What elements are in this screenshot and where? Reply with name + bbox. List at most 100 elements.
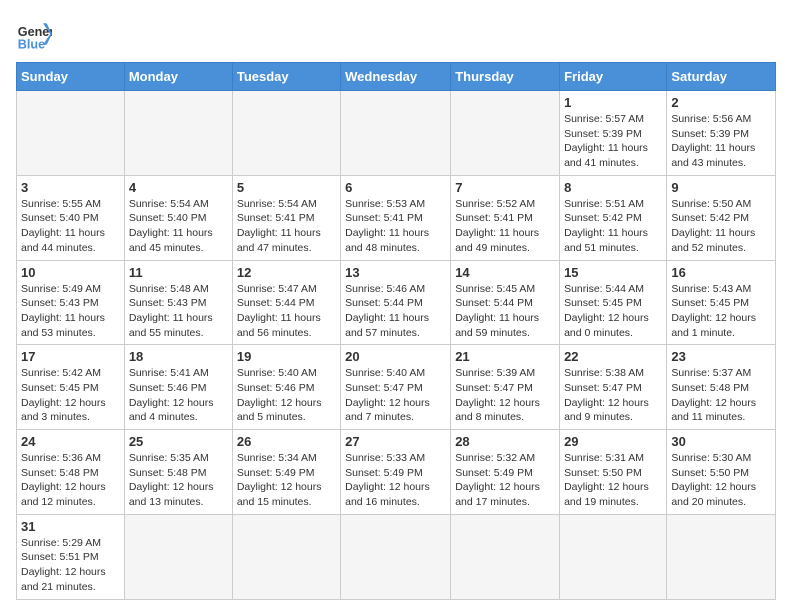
calendar-day-cell: 19 Sunrise: 5:40 AMSunset: 5:46 PMDayligh…: [232, 345, 340, 430]
day-info: Sunrise: 5:40 AMSunset: 5:46 PMDaylight:…: [237, 366, 336, 425]
calendar-day-cell: [341, 91, 451, 176]
day-info: Sunrise: 5:36 AMSunset: 5:48 PMDaylight:…: [21, 451, 120, 510]
day-info: Sunrise: 5:29 AMSunset: 5:51 PMDaylight:…: [21, 536, 120, 595]
day-info: Sunrise: 5:51 AMSunset: 5:42 PMDaylight:…: [564, 197, 662, 256]
calendar-day-cell: 26 Sunrise: 5:34 AMSunset: 5:49 PMDayligh…: [232, 430, 340, 515]
day-info: Sunrise: 5:34 AMSunset: 5:49 PMDaylight:…: [237, 451, 336, 510]
calendar-day-cell: 22 Sunrise: 5:38 AMSunset: 5:47 PMDayligh…: [560, 345, 667, 430]
calendar-day-cell: 13 Sunrise: 5:46 AMSunset: 5:44 PMDayligh…: [341, 260, 451, 345]
day-of-week-header: Wednesday: [341, 63, 451, 91]
calendar-table: SundayMondayTuesdayWednesdayThursdayFrid…: [16, 62, 776, 600]
day-info: Sunrise: 5:54 AMSunset: 5:41 PMDaylight:…: [237, 197, 336, 256]
day-info: Sunrise: 5:44 AMSunset: 5:45 PMDaylight:…: [564, 282, 662, 341]
day-number: 23: [671, 349, 771, 364]
calendar-day-cell: 16Sunrise: 5:43 AMSunset: 5:45 PMDayligh…: [667, 260, 776, 345]
day-info: Sunrise: 5:55 AMSunset: 5:40 PMDaylight:…: [21, 197, 120, 256]
calendar-day-cell: 24 Sunrise: 5:36 AMSunset: 5:48 PMDayligh…: [17, 430, 125, 515]
day-number: 24: [21, 434, 120, 449]
svg-text:Blue: Blue: [18, 37, 45, 51]
calendar-day-cell: 11 Sunrise: 5:48 AMSunset: 5:43 PMDayligh…: [124, 260, 232, 345]
calendar-week-row: 3Sunrise: 5:55 AMSunset: 5:40 PMDaylight…: [17, 175, 776, 260]
day-number: 29: [564, 434, 662, 449]
calendar-day-cell: [232, 514, 340, 599]
day-of-week-header: Saturday: [667, 63, 776, 91]
day-of-week-header: Thursday: [451, 63, 560, 91]
day-number: 11: [129, 265, 228, 280]
calendar-week-row: 31 Sunrise: 5:29 AMSunset: 5:51 PMDayligh…: [17, 514, 776, 599]
day-number: 5: [237, 180, 336, 195]
calendar-day-cell: [17, 91, 125, 176]
day-of-week-header: Sunday: [17, 63, 125, 91]
calendar-day-cell: 9 Sunrise: 5:50 AMSunset: 5:42 PMDaylight…: [667, 175, 776, 260]
day-info: Sunrise: 5:56 AMSunset: 5:39 PMDaylight:…: [671, 112, 771, 171]
calendar-day-cell: [232, 91, 340, 176]
calendar-day-cell: 17 Sunrise: 5:42 AMSunset: 5:45 PMDayligh…: [17, 345, 125, 430]
calendar-day-cell: 2 Sunrise: 5:56 AMSunset: 5:39 PMDaylight…: [667, 91, 776, 176]
calendar-day-cell: 8 Sunrise: 5:51 AMSunset: 5:42 PMDaylight…: [560, 175, 667, 260]
calendar-day-cell: 30Sunrise: 5:30 AMSunset: 5:50 PMDayligh…: [667, 430, 776, 515]
day-number: 22: [564, 349, 662, 364]
day-number: 10: [21, 265, 120, 280]
calendar-day-cell: 12 Sunrise: 5:47 AMSunset: 5:44 PMDayligh…: [232, 260, 340, 345]
calendar-day-cell: 7 Sunrise: 5:52 AMSunset: 5:41 PMDaylight…: [451, 175, 560, 260]
calendar-header-row: SundayMondayTuesdayWednesdayThursdayFrid…: [17, 63, 776, 91]
calendar-day-cell: 23 Sunrise: 5:37 AMSunset: 5:48 PMDayligh…: [667, 345, 776, 430]
day-number: 30: [671, 434, 771, 449]
calendar-day-cell: 21Sunrise: 5:39 AMSunset: 5:47 PMDayligh…: [451, 345, 560, 430]
day-info: Sunrise: 5:45 AMSunset: 5:44 PMDaylight:…: [455, 282, 555, 341]
calendar-week-row: 1Sunrise: 5:57 AMSunset: 5:39 PMDaylight…: [17, 91, 776, 176]
day-number: 2: [671, 95, 771, 110]
calendar-day-cell: 20 Sunrise: 5:40 AMSunset: 5:47 PMDayligh…: [341, 345, 451, 430]
calendar-week-row: 10 Sunrise: 5:49 AMSunset: 5:43 PMDayligh…: [17, 260, 776, 345]
header: General Blue: [16, 16, 776, 52]
calendar-day-cell: 6 Sunrise: 5:53 AMSunset: 5:41 PMDaylight…: [341, 175, 451, 260]
logo: General Blue: [16, 16, 52, 52]
day-number: 26: [237, 434, 336, 449]
day-info: Sunrise: 5:57 AMSunset: 5:39 PMDaylight:…: [564, 112, 662, 171]
day-info: Sunrise: 5:52 AMSunset: 5:41 PMDaylight:…: [455, 197, 555, 256]
calendar-day-cell: [451, 514, 560, 599]
day-number: 9: [671, 180, 771, 195]
calendar-day-cell: 10 Sunrise: 5:49 AMSunset: 5:43 PMDayligh…: [17, 260, 125, 345]
day-info: Sunrise: 5:40 AMSunset: 5:47 PMDaylight:…: [345, 366, 446, 425]
day-number: 18: [129, 349, 228, 364]
calendar-day-cell: [124, 91, 232, 176]
day-number: 17: [21, 349, 120, 364]
day-info: Sunrise: 5:33 AMSunset: 5:49 PMDaylight:…: [345, 451, 446, 510]
day-number: 19: [237, 349, 336, 364]
day-info: Sunrise: 5:48 AMSunset: 5:43 PMDaylight:…: [129, 282, 228, 341]
day-info: Sunrise: 5:46 AMSunset: 5:44 PMDaylight:…: [345, 282, 446, 341]
day-number: 6: [345, 180, 446, 195]
day-of-week-header: Friday: [560, 63, 667, 91]
day-number: 14: [455, 265, 555, 280]
calendar-day-cell: [124, 514, 232, 599]
day-info: Sunrise: 5:47 AMSunset: 5:44 PMDaylight:…: [237, 282, 336, 341]
day-info: Sunrise: 5:39 AMSunset: 5:47 PMDaylight:…: [455, 366, 555, 425]
calendar-day-cell: 4Sunrise: 5:54 AMSunset: 5:40 PMDaylight…: [124, 175, 232, 260]
day-info: Sunrise: 5:31 AMSunset: 5:50 PMDaylight:…: [564, 451, 662, 510]
calendar-week-row: 24 Sunrise: 5:36 AMSunset: 5:48 PMDayligh…: [17, 430, 776, 515]
day-info: Sunrise: 5:32 AMSunset: 5:49 PMDaylight:…: [455, 451, 555, 510]
day-info: Sunrise: 5:35 AMSunset: 5:48 PMDaylight:…: [129, 451, 228, 510]
day-number: 7: [455, 180, 555, 195]
day-number: 8: [564, 180, 662, 195]
calendar-day-cell: 27Sunrise: 5:33 AMSunset: 5:49 PMDayligh…: [341, 430, 451, 515]
day-info: Sunrise: 5:43 AMSunset: 5:45 PMDaylight:…: [671, 282, 771, 341]
day-number: 13: [345, 265, 446, 280]
day-number: 4: [129, 180, 228, 195]
day-info: Sunrise: 5:42 AMSunset: 5:45 PMDaylight:…: [21, 366, 120, 425]
day-of-week-header: Tuesday: [232, 63, 340, 91]
calendar-day-cell: 1Sunrise: 5:57 AMSunset: 5:39 PMDaylight…: [560, 91, 667, 176]
day-number: 20: [345, 349, 446, 364]
day-info: Sunrise: 5:38 AMSunset: 5:47 PMDaylight:…: [564, 366, 662, 425]
calendar-day-cell: [451, 91, 560, 176]
day-info: Sunrise: 5:37 AMSunset: 5:48 PMDaylight:…: [671, 366, 771, 425]
day-info: Sunrise: 5:49 AMSunset: 5:43 PMDaylight:…: [21, 282, 120, 341]
day-number: 28: [455, 434, 555, 449]
day-number: 31: [21, 519, 120, 534]
day-number: 12: [237, 265, 336, 280]
calendar-day-cell: 5 Sunrise: 5:54 AMSunset: 5:41 PMDaylight…: [232, 175, 340, 260]
day-info: Sunrise: 5:53 AMSunset: 5:41 PMDaylight:…: [345, 197, 446, 256]
day-info: Sunrise: 5:50 AMSunset: 5:42 PMDaylight:…: [671, 197, 771, 256]
day-info: Sunrise: 5:41 AMSunset: 5:46 PMDaylight:…: [129, 366, 228, 425]
